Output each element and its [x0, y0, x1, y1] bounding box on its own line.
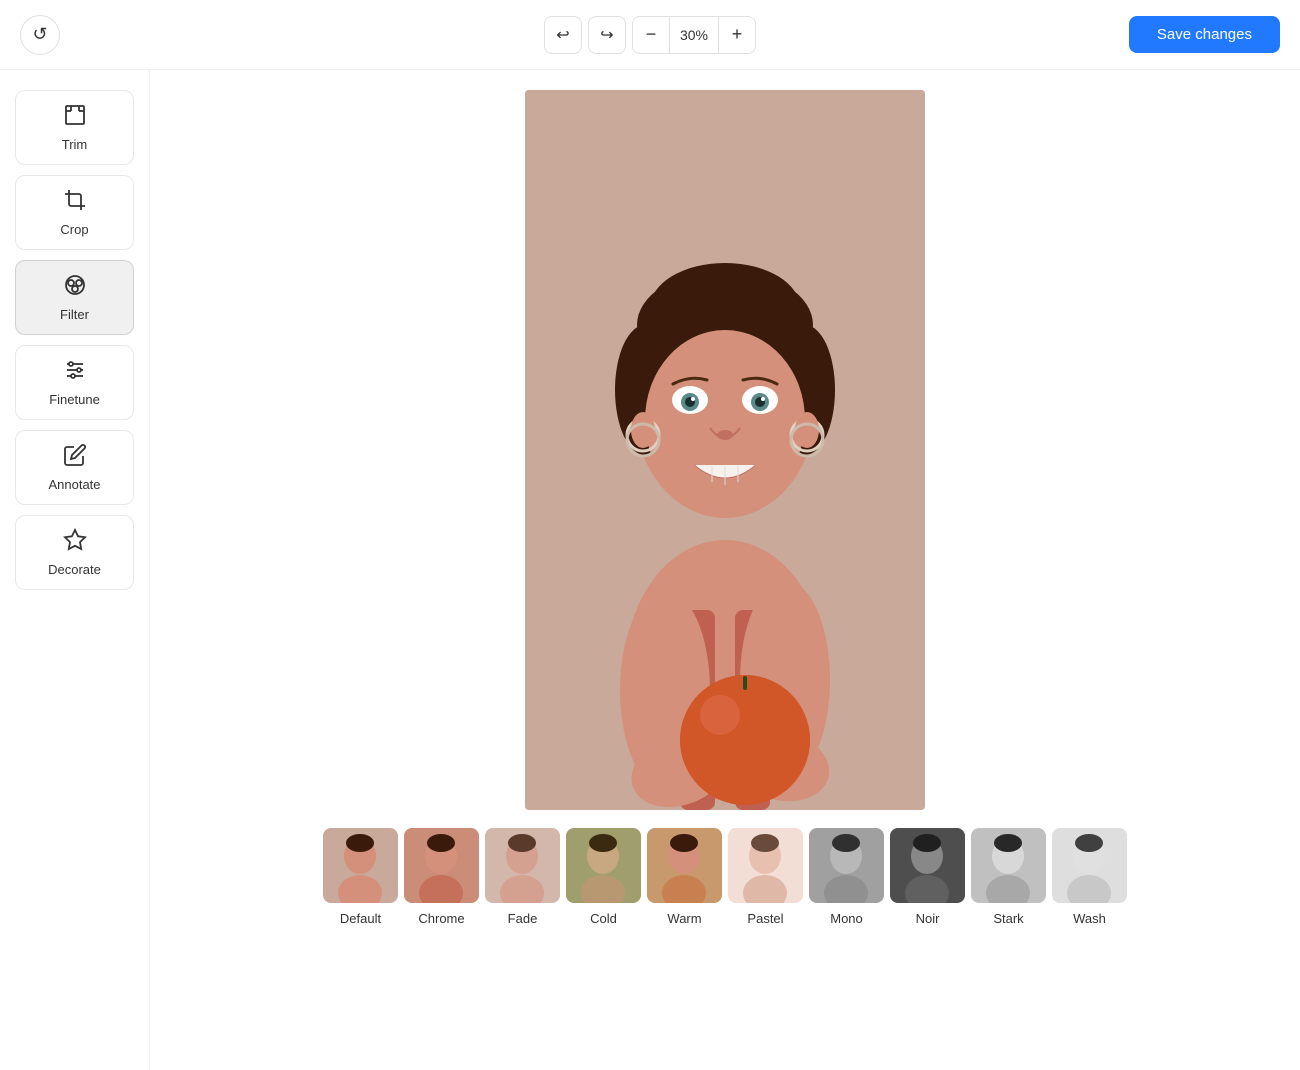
canvas-area: Default Chrome	[150, 70, 1300, 1070]
save-changes-button[interactable]: Save changes	[1129, 16, 1280, 53]
filter-wash[interactable]: Wash	[1052, 828, 1127, 926]
trim-tool-button[interactable]: Trim	[15, 90, 134, 165]
annotate-icon	[63, 443, 87, 471]
finetune-icon	[63, 358, 87, 386]
filter-fade-label: Fade	[508, 911, 538, 926]
crop-icon	[63, 188, 87, 216]
sidebar: Trim Crop Filter	[0, 70, 150, 1070]
header-left: ↺	[20, 15, 60, 55]
crop-tool-button[interactable]: Crop	[15, 175, 134, 250]
filter-pastel[interactable]: Pastel	[728, 828, 803, 926]
header: ↺ ↩ ↪ − 30% + Save changes	[0, 0, 1300, 70]
filter-thumb-stark	[971, 828, 1046, 903]
filter-default[interactable]: Default	[323, 828, 398, 926]
filter-thumb-chrome	[404, 828, 479, 903]
header-center: ↩ ↪ − 30% +	[544, 16, 756, 54]
history-button[interactable]: ↺	[20, 15, 60, 55]
filter-icon	[63, 273, 87, 301]
filter-thumb-pastel	[728, 828, 803, 903]
filter-default-label: Default	[340, 911, 381, 926]
filter-chrome-label: Chrome	[418, 911, 464, 926]
filter-label: Filter	[60, 307, 89, 322]
filter-thumb-mono	[809, 828, 884, 903]
filter-warm[interactable]: Warm	[647, 828, 722, 926]
image-canvas	[525, 90, 925, 810]
filter-stark-label: Stark	[993, 911, 1023, 926]
filter-stark[interactable]: Stark	[971, 828, 1046, 926]
filter-wash-label: Wash	[1073, 911, 1106, 926]
zoom-control: − 30% +	[632, 16, 756, 54]
trim-icon	[63, 103, 87, 131]
filter-cold[interactable]: Cold	[566, 828, 641, 926]
undo-icon: ↩	[556, 25, 569, 45]
filter-mono-label: Mono	[830, 911, 863, 926]
filter-warm-label: Warm	[667, 911, 701, 926]
filter-thumb-cold	[566, 828, 641, 903]
decorate-label: Decorate	[48, 562, 101, 577]
zoom-value: 30%	[669, 17, 719, 53]
filter-thumb-default	[323, 828, 398, 903]
trim-label: Trim	[62, 137, 88, 152]
filter-mono[interactable]: Mono	[809, 828, 884, 926]
main-area: Trim Crop Filter	[0, 70, 1300, 1070]
zoom-minus-button[interactable]: −	[633, 16, 669, 54]
redo-button[interactable]: ↪	[588, 16, 626, 54]
minus-icon: −	[646, 24, 657, 45]
filter-cold-label: Cold	[590, 911, 617, 926]
filter-strip: Default Chrome	[170, 810, 1280, 941]
finetune-label: Finetune	[49, 392, 100, 407]
filter-noir[interactable]: Noir	[890, 828, 965, 926]
crop-label: Crop	[60, 222, 88, 237]
history-icon: ↺	[32, 24, 47, 45]
zoom-plus-button[interactable]: +	[719, 16, 755, 54]
finetune-tool-button[interactable]: Finetune	[15, 345, 134, 420]
filter-noir-label: Noir	[916, 911, 940, 926]
filter-thumb-fade	[485, 828, 560, 903]
undo-button[interactable]: ↩	[544, 16, 582, 54]
annotate-label: Annotate	[48, 477, 100, 492]
decorate-icon	[63, 528, 87, 556]
filter-tool-button[interactable]: Filter	[15, 260, 134, 335]
filter-chrome[interactable]: Chrome	[404, 828, 479, 926]
filter-pastel-label: Pastel	[747, 911, 783, 926]
filter-thumb-noir	[890, 828, 965, 903]
plus-icon: +	[732, 24, 743, 45]
decorate-tool-button[interactable]: Decorate	[15, 515, 134, 590]
filter-thumb-wash	[1052, 828, 1127, 903]
annotate-tool-button[interactable]: Annotate	[15, 430, 134, 505]
redo-icon: ↪	[600, 25, 613, 45]
filter-fade[interactable]: Fade	[485, 828, 560, 926]
filter-thumb-warm	[647, 828, 722, 903]
canvas-image	[525, 90, 925, 810]
